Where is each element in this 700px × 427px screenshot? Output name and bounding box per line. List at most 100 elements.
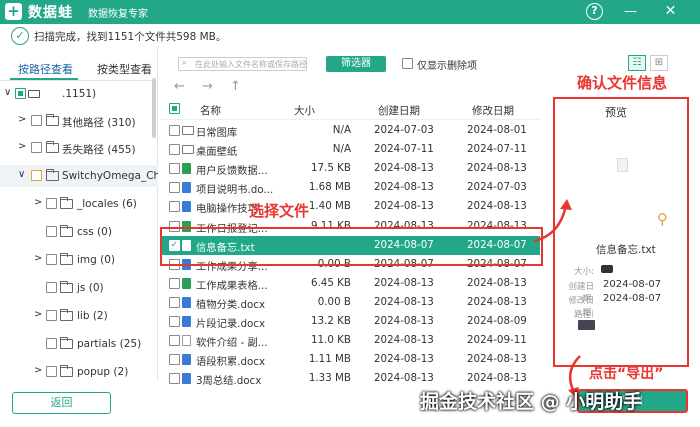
tree-item-partials[interactable]: partials (25): [0, 333, 158, 355]
preview-modified: 2024-08-07: [603, 293, 662, 304]
close-button[interactable]: ✕: [662, 3, 679, 20]
tree-item-lost-paths[interactable]: > 丢失路径 (455): [0, 137, 158, 159]
table-row[interactable]: 软件介绍 - 副... 11.0 KB 2024-08-13 2024-09-11: [160, 331, 540, 350]
status-bar: ✓ 扫描完成，找到1151个文件共598 MB。: [0, 24, 700, 46]
tree-item-label: 其他路径 (310): [62, 117, 136, 129]
document-preview-icon: [617, 158, 628, 172]
tree-checkbox[interactable]: [31, 170, 42, 181]
list-view-icon[interactable]: ☷: [628, 55, 646, 71]
tree-item-css[interactable]: css (0): [0, 221, 158, 243]
file-created: 2024-08-13: [374, 372, 434, 385]
tree-checkbox[interactable]: [31, 142, 42, 153]
forward-arrow-icon[interactable]: →: [202, 79, 213, 94]
table-row[interactable]: 桌面壁纸 N/A 2024-07-11 2024-07-11: [160, 140, 540, 159]
file-size: 1.33 MB: [308, 372, 351, 385]
tree-checkbox[interactable]: [46, 282, 57, 293]
tree-checkbox[interactable]: [46, 366, 57, 377]
tab-by-type[interactable]: 按类型查看: [97, 61, 152, 77]
tree-checkbox[interactable]: [15, 88, 26, 99]
search-input[interactable]: ⌕ 在此处输入文件名称或保存路径: [178, 57, 307, 71]
row-checkbox[interactable]: [169, 277, 180, 289]
tree-item-lib[interactable]: > lib (2): [0, 305, 158, 327]
tree-checkbox[interactable]: [46, 310, 57, 321]
tree-item-label: img (0): [77, 254, 116, 266]
back-arrow-icon[interactable]: ←: [174, 79, 185, 94]
back-button[interactable]: 返回: [12, 392, 111, 414]
chevron-down-icon[interactable]: ∨: [18, 169, 25, 180]
table-row[interactable]: 语段积累.docx 1.11 MB 2024-08-13 2024-08-13: [160, 350, 540, 369]
tree-item-root[interactable]: ∨ .1151): [0, 83, 158, 105]
select-all-checkbox[interactable]: [169, 103, 180, 114]
folder-icon: [46, 141, 59, 153]
table-row[interactable]: 工作成果表格... 6.45 KB 2024-08-13 2024-08-13: [160, 274, 540, 293]
tree-item-label: js (0): [77, 282, 104, 294]
chevron-right-icon[interactable]: >: [34, 197, 42, 208]
column-created[interactable]: 创建日期: [378, 103, 420, 118]
tree-item-popup[interactable]: > popup (2): [0, 361, 158, 383]
tree-checkbox[interactable]: [46, 198, 57, 209]
table-row[interactable]: 植物分类.docx 0.00 B 2024-08-13 2024-08-13: [160, 293, 540, 312]
row-checkbox[interactable]: [169, 335, 180, 347]
file-created: 2024-08-13: [374, 200, 434, 213]
up-arrow-icon[interactable]: ↑: [230, 79, 241, 94]
row-checkbox[interactable]: [169, 144, 180, 156]
folder-icon: [60, 197, 73, 209]
file-modified: 2024-07-11: [467, 143, 527, 156]
file-created: 2024-08-13: [374, 276, 434, 289]
row-checkbox[interactable]: [169, 163, 180, 175]
logo-icon: +: [5, 3, 22, 20]
chevron-right-icon[interactable]: >: [18, 114, 26, 125]
row-checkbox[interactable]: [169, 316, 180, 327]
table-row[interactable]: 日常图库 N/A 2024-07-03 2024-08-01: [160, 121, 540, 140]
tab-by-path[interactable]: 按路径查看: [18, 61, 73, 77]
tree-item-locales[interactable]: > _locales (6): [0, 193, 158, 215]
row-checkbox[interactable]: [169, 125, 180, 136]
row-checkbox[interactable]: [169, 354, 180, 366]
row-checkbox[interactable]: [169, 296, 180, 308]
tree-item-label: lib (2): [77, 310, 108, 322]
tree-checkbox[interactable]: [31, 115, 42, 126]
file-size: 1.68 MB: [308, 181, 351, 194]
tree-checkbox[interactable]: [46, 338, 57, 349]
table-row[interactable]: 电脑操作技巧... 1.40 MB 2024-08-13 2024-08-13: [160, 197, 540, 216]
zoom-icon[interactable]: ⚲: [657, 210, 668, 228]
redacted-value: [601, 265, 613, 273]
table-row[interactable]: 项目说明书.do... 1.68 MB 2024-08-13 2024-07-03: [160, 178, 540, 197]
column-size[interactable]: 大小: [294, 103, 315, 118]
minimize-button[interactable]: —: [622, 3, 639, 20]
chevron-right-icon[interactable]: >: [34, 309, 42, 320]
tree-scrollbar[interactable]: [152, 78, 156, 138]
app-subtitle: 数据恢复专家: [88, 9, 148, 20]
table-row[interactable]: 3周总结.docx 1.33 MB 2024-08-13 2024-08-13: [160, 369, 540, 388]
filter-button[interactable]: 筛选器: [326, 56, 386, 72]
column-name[interactable]: 名称: [200, 103, 221, 118]
tree-checkbox[interactable]: [46, 226, 57, 237]
tree-item-switchyomega[interactable]: ∨ SwitchyOmega_Chrom: [0, 165, 158, 187]
tree-item-img[interactable]: > img (0): [0, 249, 158, 271]
file-size: 17.5 KB: [310, 162, 351, 175]
table-row[interactable]: 片段记录.docx 13.2 KB 2024-08-13 2024-08-09: [160, 312, 540, 331]
tree-item-label: .1151): [62, 88, 97, 100]
chevron-right-icon[interactable]: >: [34, 253, 42, 264]
help-button[interactable]: ?: [586, 3, 603, 20]
deleted-only-checkbox[interactable]: [402, 58, 413, 69]
chevron-right-icon[interactable]: >: [34, 365, 42, 376]
table-row[interactable]: 用户反馈数据... 17.5 KB 2024-08-13 2024-08-13: [160, 159, 540, 178]
file-created: 2024-07-11: [374, 143, 434, 156]
tree-item-label: partials (25): [77, 338, 142, 350]
file-modified: 2024-08-13: [467, 353, 527, 366]
chevron-right-icon[interactable]: >: [18, 141, 26, 152]
row-checkbox[interactable]: [169, 182, 180, 194]
file-modified: 2024-09-11: [467, 334, 527, 347]
tree-item-other-paths[interactable]: > 其他路径 (310): [0, 110, 158, 132]
tree-checkbox[interactable]: [46, 254, 57, 265]
chevron-down-icon[interactable]: ∨: [4, 87, 11, 98]
row-checkbox[interactable]: [169, 373, 180, 385]
file-size: 1.11 MB: [308, 353, 351, 366]
select-file-highlight-box: [160, 227, 543, 266]
tree-item-label: popup (2): [77, 366, 129, 378]
grid-view-icon[interactable]: ⊞: [650, 55, 668, 71]
row-checkbox[interactable]: [169, 201, 180, 213]
column-modified[interactable]: 修改日期: [472, 103, 514, 118]
tree-item-js[interactable]: js (0): [0, 277, 158, 299]
